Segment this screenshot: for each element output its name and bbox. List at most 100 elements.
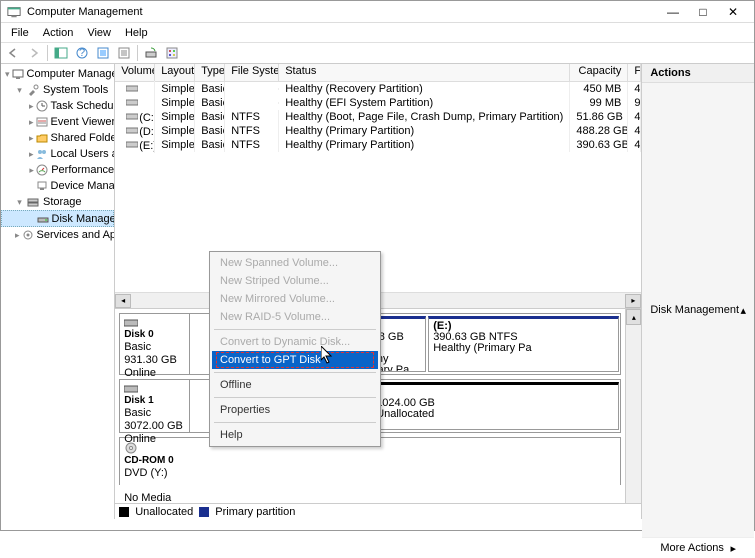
v-scrollbar[interactable]: ▴ [625, 309, 641, 503]
cdrom-icon [124, 442, 186, 454]
tree-performance[interactable]: ▸ Performance [1, 162, 114, 178]
scheduler-icon [36, 99, 48, 113]
close-button[interactable]: ✕ [718, 2, 748, 22]
partition-e[interactable]: (E:) 390.63 GB NTFS Healthy (Primary Pa [428, 316, 619, 372]
volume-row[interactable]: (D:)SimpleBasicNTFSHealthy (Primary Part… [115, 124, 641, 138]
disk-info: Disk 1 Basic 3072.00 GB Online [120, 380, 190, 432]
volume-row[interactable]: (E:)SimpleBasicNTFSHealthy (Primary Part… [115, 138, 641, 152]
col-status[interactable]: Status [279, 64, 570, 81]
app-icon [7, 5, 21, 19]
disk-info: CD-ROM 0 DVD (Y:) No Media [120, 438, 190, 485]
tree-label: Device Manager [51, 180, 116, 192]
collapse-icon[interactable]: ▾ [5, 70, 10, 79]
tree-local-users[interactable]: ▸ Local Users and Groups [1, 146, 114, 162]
ctx-new-striped: New Striped Volume... [212, 272, 378, 290]
tree-root[interactable]: ▾ Computer Management (Local [1, 66, 114, 82]
ctx-help[interactable]: Help [212, 426, 378, 444]
actions-more-actions[interactable]: More Actions ▸ [642, 538, 754, 558]
back-button[interactable] [3, 44, 23, 62]
col-volume[interactable]: Volume [115, 64, 155, 81]
tree-disk-management[interactable]: ▸ Disk Management [1, 210, 114, 227]
tree-label: Computer Management (Local [27, 68, 116, 80]
col-f[interactable]: F [628, 64, 641, 81]
show-hide-tree-button[interactable] [51, 44, 71, 62]
ctx-convert-gpt[interactable]: Convert to GPT Disk [212, 351, 378, 369]
part-status: Unallocated [376, 408, 434, 420]
tree-services-apps[interactable]: ▸ Services and Applications [1, 227, 114, 243]
collapse-icon[interactable]: ▾ [15, 198, 24, 207]
settings-button[interactable] [162, 44, 182, 62]
col-capacity[interactable]: Capacity [570, 64, 628, 81]
menu-file[interactable]: File [5, 25, 35, 41]
volume-list-header: Volume Layout Type File System Status Ca… [115, 64, 641, 82]
scroll-left[interactable]: ◂ [115, 294, 131, 308]
menu-help[interactable]: Help [119, 25, 154, 41]
ctx-separator [214, 372, 376, 373]
scroll-up[interactable]: ▴ [626, 309, 641, 325]
expand-icon[interactable]: ▸ [29, 102, 34, 111]
computer-mgmt-icon [12, 67, 24, 81]
legend-swatch-unallocated [119, 507, 129, 517]
collapse-icon[interactable]: ▾ [15, 86, 24, 95]
disk-icon [124, 384, 185, 394]
tree-storage[interactable]: ▾ Storage [1, 194, 114, 210]
tree-label: Services and Applications [37, 229, 116, 241]
actions-label: Disk Management [650, 304, 739, 316]
disk-info: Disk 0 Basic 931.30 GB Online [120, 314, 190, 374]
tree-label: Local Users and Groups [51, 148, 116, 160]
tree-task-scheduler[interactable]: ▸ Task Scheduler [1, 98, 114, 114]
tools-icon [26, 83, 40, 97]
volume-row[interactable]: (C:)SimpleBasicNTFSHealthy (Boot, Page F… [115, 110, 641, 124]
disk-management-icon [37, 212, 49, 226]
expand-icon[interactable]: ▸ [29, 118, 34, 127]
menu-view[interactable]: View [81, 25, 117, 41]
scroll-right[interactable]: ▸ [625, 294, 641, 308]
minimize-button[interactable]: — [658, 2, 688, 22]
maximize-button[interactable]: □ [688, 2, 718, 22]
disk-label: CD-ROM 0 [124, 455, 173, 466]
tree-label: System Tools [43, 84, 108, 96]
volume-row[interactable]: SimpleBasicHealthy (EFI System Partition… [115, 96, 641, 110]
partition-unallocated[interactable]: 1024.00 GB Unallocated [371, 382, 619, 430]
chevron-right-icon: ▸ [730, 542, 736, 555]
menu-action[interactable]: Action [37, 25, 80, 41]
ctx-separator [214, 329, 376, 330]
col-filesystem[interactable]: File System [225, 64, 279, 81]
forward-button[interactable] [24, 44, 44, 62]
drive-icon [125, 82, 139, 94]
window-title: Computer Management [27, 6, 658, 18]
col-type[interactable]: Type [195, 64, 225, 81]
ctx-new-spanned: New Spanned Volume... [212, 254, 378, 272]
actions-disk-management[interactable]: Disk Management ▴ [642, 83, 754, 538]
drive-icon [125, 96, 139, 108]
disk-label: Disk 1 [124, 395, 153, 406]
ctx-properties[interactable]: Properties [212, 401, 378, 419]
col-layout[interactable]: Layout [155, 64, 195, 81]
legend: Unallocated Primary partition [115, 503, 641, 519]
legend-primary: Primary partition [215, 506, 295, 518]
expand-icon[interactable]: ▸ [29, 150, 34, 159]
expand-icon[interactable]: ▸ [29, 166, 34, 175]
refresh-button[interactable] [93, 44, 113, 62]
disk-status: Online [124, 367, 156, 379]
expand-icon[interactable]: ▸ [15, 231, 20, 240]
tree-system-tools[interactable]: ▾ System Tools [1, 82, 114, 98]
volume-row[interactable]: SimpleBasicHealthy (Recovery Partition)4… [115, 82, 641, 96]
tree-event-viewer[interactable]: ▸ Event Viewer [1, 114, 114, 130]
nav-tree: ▾ Computer Management (Local ▾ System To… [1, 64, 115, 519]
users-icon [36, 147, 48, 161]
tree-shared-folders[interactable]: ▸ Shared Folders [1, 130, 114, 146]
ctx-separator [214, 397, 376, 398]
drive-icon [125, 124, 139, 136]
help-button[interactable]: ? [72, 44, 92, 62]
ctx-offline[interactable]: Offline [212, 376, 378, 394]
part-status: Healthy (Primary Pa [433, 342, 531, 354]
tree-device-manager[interactable]: ▸ Device Manager [1, 178, 114, 194]
tree-label: Disk Management [52, 213, 116, 225]
legend-unallocated: Unallocated [135, 506, 193, 518]
device-manager-icon [36, 179, 48, 193]
rescan-button[interactable] [141, 44, 161, 62]
properties-button[interactable] [114, 44, 134, 62]
expand-icon[interactable]: ▸ [29, 134, 34, 143]
disk-size: 931.30 GB [124, 354, 177, 366]
